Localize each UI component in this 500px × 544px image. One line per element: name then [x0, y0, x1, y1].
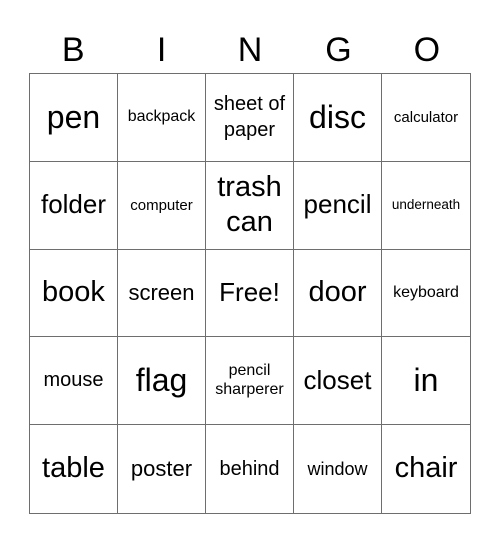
bingo-cell[interactable]: pencil	[294, 161, 382, 250]
bingo-cell free-space[interactable]: Free!	[206, 249, 294, 338]
bingo-cell[interactable]: poster	[118, 425, 206, 513]
bingo-cell[interactable]: screen	[118, 249, 206, 338]
bingo-cell[interactable]: book	[30, 249, 118, 338]
header-letter-i: I	[156, 31, 167, 69]
bingo-cell[interactable]: disc	[294, 74, 382, 162]
bingo-cell[interactable]: backpack	[118, 74, 206, 162]
bingo-cell[interactable]: window	[294, 425, 382, 513]
bingo-header: B I N G O	[29, 28, 471, 72]
bingo-cell[interactable]: in	[382, 337, 470, 426]
bingo-cell[interactable]: table	[30, 425, 118, 513]
bingo-cell[interactable]: door	[294, 249, 382, 338]
bingo-cell[interactable]: mouse	[30, 337, 118, 426]
bingo-cell[interactable]: pen	[30, 74, 118, 162]
header-letter-n: N	[237, 31, 263, 69]
bingo-cell[interactable]: computer	[118, 161, 206, 250]
bingo-cell[interactable]: sheet of paper	[206, 74, 294, 162]
bingo-board: pen backpack sheet of paper disc calcula…	[29, 73, 471, 514]
bingo-cell[interactable]: pencil sharperer	[206, 337, 294, 426]
header-letter-o: O	[413, 31, 441, 69]
bingo-cell[interactable]: trash can	[206, 161, 294, 250]
bingo-cell[interactable]: calculator	[382, 74, 470, 162]
bingo-cell[interactable]: folder	[30, 161, 118, 250]
header-letter-b: B	[61, 31, 85, 69]
bingo-cell[interactable]: chair	[382, 425, 470, 513]
bingo-cell[interactable]: flag	[118, 337, 206, 426]
bingo-cell[interactable]: closet	[294, 337, 382, 426]
bingo-cell[interactable]: keyboard	[382, 250, 470, 338]
bingo-cell[interactable]: underneath	[382, 162, 470, 250]
bingo-cell[interactable]: behind	[206, 425, 294, 513]
header-letter-g: G	[325, 31, 352, 69]
